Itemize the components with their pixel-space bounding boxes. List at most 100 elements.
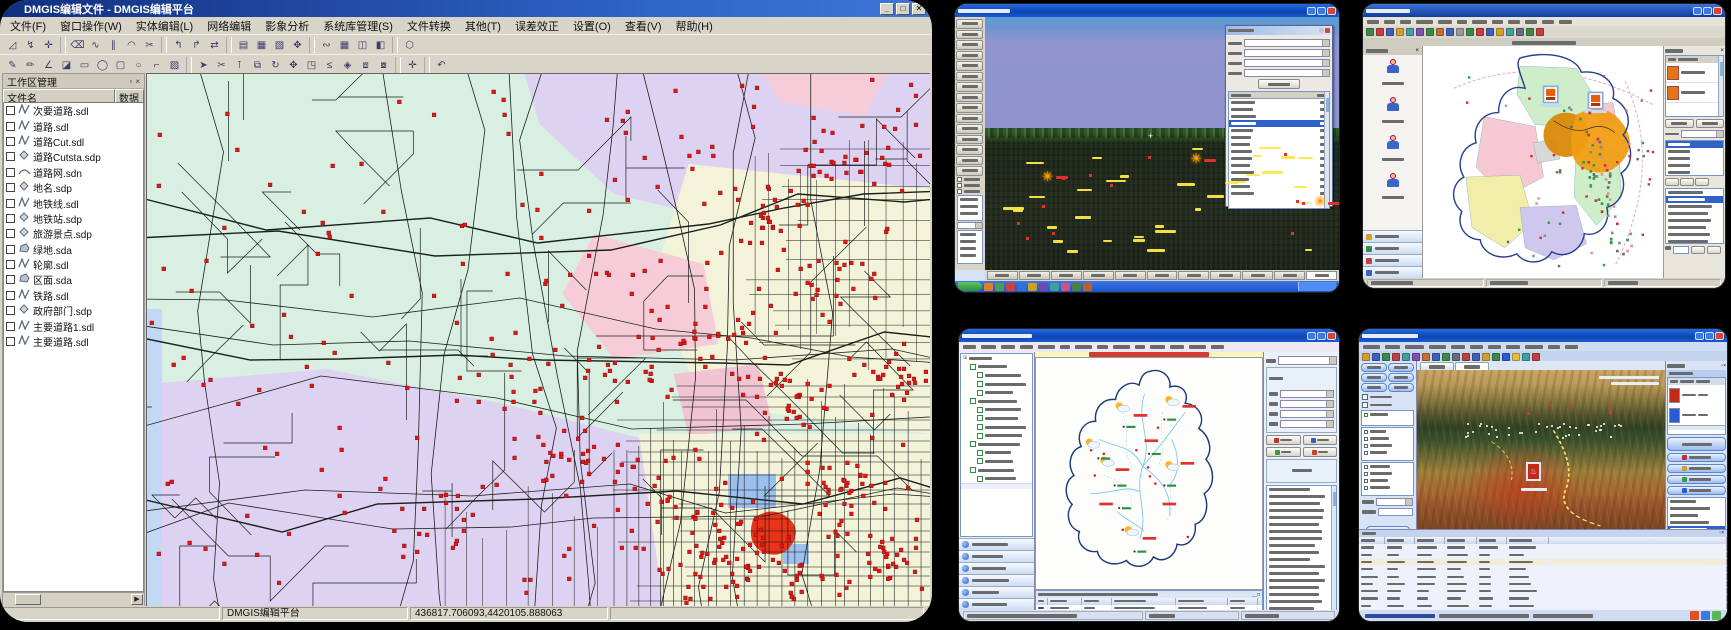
dialog-list-row[interactable]	[1229, 183, 1329, 190]
scrollbar-thumb[interactable]	[15, 594, 41, 605]
toolbar-icon[interactable]	[1392, 353, 1400, 361]
user-shortcut[interactable]	[1363, 59, 1422, 93]
bulletin-row[interactable]	[1267, 584, 1336, 591]
maximize-button[interactable]	[1705, 332, 1714, 340]
region-fill-button[interactable]: ▨	[166, 57, 183, 73]
terrain-bottom-tab[interactable]	[1115, 271, 1146, 280]
attribute-row[interactable]	[1359, 581, 1727, 588]
taskbar-task-button[interactable]	[1028, 283, 1037, 291]
file-row[interactable]: 道路网.sdn	[4, 165, 143, 180]
rotate-right-button[interactable]: ↱	[188, 37, 205, 53]
nav-button[interactable]	[1361, 373, 1387, 382]
close-button[interactable]	[1715, 332, 1724, 340]
delete-button[interactable]	[1303, 447, 1338, 457]
terrain-bottom-tab[interactable]	[1147, 271, 1178, 280]
tree-node[interactable]	[961, 440, 1032, 449]
taskbar-task-button[interactable]	[1039, 283, 1048, 291]
layer-checkbox[interactable]	[6, 306, 15, 315]
taskbar-task-button[interactable]	[1072, 283, 1081, 291]
toolbar-icon[interactable]	[1426, 28, 1434, 36]
layer-list-row[interactable]	[1666, 148, 1723, 155]
attribute-row[interactable]	[1359, 552, 1727, 559]
tray-icon[interactable]	[1701, 611, 1710, 620]
tree-node[interactable]	[961, 388, 1032, 397]
layer-checkbox[interactable]	[6, 322, 15, 331]
taskbar-task-button[interactable]	[1006, 283, 1015, 291]
dialog-list-row[interactable]	[1229, 99, 1329, 106]
file-row[interactable]: 道路Cut.sdl	[4, 134, 143, 149]
terrain-tool-button[interactable]	[956, 145, 983, 155]
attribute-table[interactable]: ▫×	[1359, 529, 1727, 610]
close-button[interactable]	[1713, 7, 1722, 15]
tree-node[interactable]	[961, 423, 1032, 432]
terrain-tool-button[interactable]	[956, 40, 983, 50]
taskbar-task-button[interactable]	[1061, 283, 1070, 291]
bulletin-row[interactable]	[1267, 577, 1336, 584]
merge-region-button[interactable]: ◧	[372, 37, 389, 53]
nav-button[interactable]	[1388, 363, 1414, 372]
user-shortcut[interactable]	[1363, 97, 1422, 131]
measure-line-button[interactable]: ∠	[40, 57, 57, 73]
bulletin-row[interactable]	[1267, 591, 1336, 598]
terrain-tool-button[interactable]	[956, 114, 983, 124]
chevron-down-icon[interactable]	[975, 223, 982, 228]
toolbar-icon[interactable]	[1456, 28, 1464, 36]
toolbar-icon[interactable]	[1436, 28, 1444, 36]
toolbar-icon[interactable]	[1496, 28, 1504, 36]
panel-horizontal-scrollbar[interactable]: ▶	[3, 592, 144, 606]
start-button[interactable]	[958, 282, 982, 291]
file-row[interactable]: 轮廓.sdl	[4, 257, 143, 272]
list-scrollbar[interactable]	[1718, 56, 1723, 116]
tab-chip[interactable]	[1665, 178, 1679, 186]
terrain-tool-button[interactable]	[956, 72, 983, 82]
menu-item-4[interactable]: 影象分析	[265, 18, 309, 34]
layer-checkbox[interactable]	[6, 199, 15, 208]
event-row[interactable]	[1668, 385, 1725, 405]
terrain-bottom-tab[interactable]	[1051, 271, 1082, 280]
action-button[interactable]	[1667, 464, 1726, 473]
toolbar-icon[interactable]	[1492, 353, 1500, 361]
taskbar-task-button[interactable]	[1083, 283, 1092, 291]
rect-draw-button[interactable]: ▭	[76, 57, 93, 73]
user-shortcut[interactable]	[1363, 135, 1422, 169]
locate-button[interactable]	[1696, 119, 1725, 128]
bulletin-row[interactable]	[1267, 535, 1336, 542]
dialog-apply-button[interactable]	[1258, 79, 1300, 89]
filter-combo[interactable]	[1280, 390, 1334, 398]
terrain-tool-button[interactable]	[956, 156, 983, 166]
maximize-button[interactable]	[1703, 7, 1712, 15]
toolbar-icon[interactable]	[1432, 353, 1440, 361]
terrain-bottom-tab[interactable]	[987, 271, 1018, 280]
date-combo[interactable]	[1278, 356, 1337, 365]
toolbar-icon[interactable]	[1522, 353, 1530, 361]
terrain-bottom-tab[interactable]	[1242, 271, 1273, 280]
dialog-list-row[interactable]	[1229, 148, 1329, 155]
bulletin-row[interactable]	[1267, 563, 1336, 570]
dialog-minimize-icon[interactable]	[1319, 28, 1324, 33]
disaster-marker-icon[interactable]: ♨	[1526, 462, 1541, 481]
user-shortcut[interactable]	[1363, 173, 1422, 207]
weather-section-bar[interactable]	[959, 598, 1034, 610]
file-row[interactable]: 次要道路.sdl	[4, 103, 143, 118]
mirror-entity-button[interactable]: ⇄	[206, 37, 223, 53]
toolbar-icon[interactable]	[1396, 28, 1404, 36]
toolbar-icon[interactable]	[1502, 353, 1510, 361]
toolbar-icon[interactable]	[1446, 28, 1454, 36]
toolbar-icon[interactable]	[1536, 28, 1544, 36]
terrain-bottom-tab[interactable]	[1178, 271, 1209, 280]
event-row[interactable]	[1668, 405, 1725, 425]
bulletin-row[interactable]	[1267, 556, 1336, 563]
layer-checkbox[interactable]	[6, 137, 15, 146]
refresh-button[interactable]	[1303, 435, 1338, 445]
toolbar-icon[interactable]	[1442, 353, 1450, 361]
title-bar[interactable]: DMGIS编辑文件 - DMGIS编辑平台 _ □ ✕	[0, 0, 932, 17]
record-row[interactable]	[1666, 231, 1723, 238]
file-row[interactable]: 地铁站.sdp	[4, 211, 143, 226]
layer-list-row[interactable]	[1666, 169, 1723, 176]
map-viewport[interactable]	[146, 73, 930, 606]
disaster-3d-viewport[interactable]: ♨	[1417, 370, 1665, 529]
file-row[interactable]: 地名.sdp	[4, 180, 143, 195]
file-row[interactable]: 区面.sda	[4, 272, 143, 287]
terrain-tool-button[interactable]	[956, 93, 983, 103]
menu-item-1[interactable]: 窗口操作(W)	[60, 18, 122, 34]
